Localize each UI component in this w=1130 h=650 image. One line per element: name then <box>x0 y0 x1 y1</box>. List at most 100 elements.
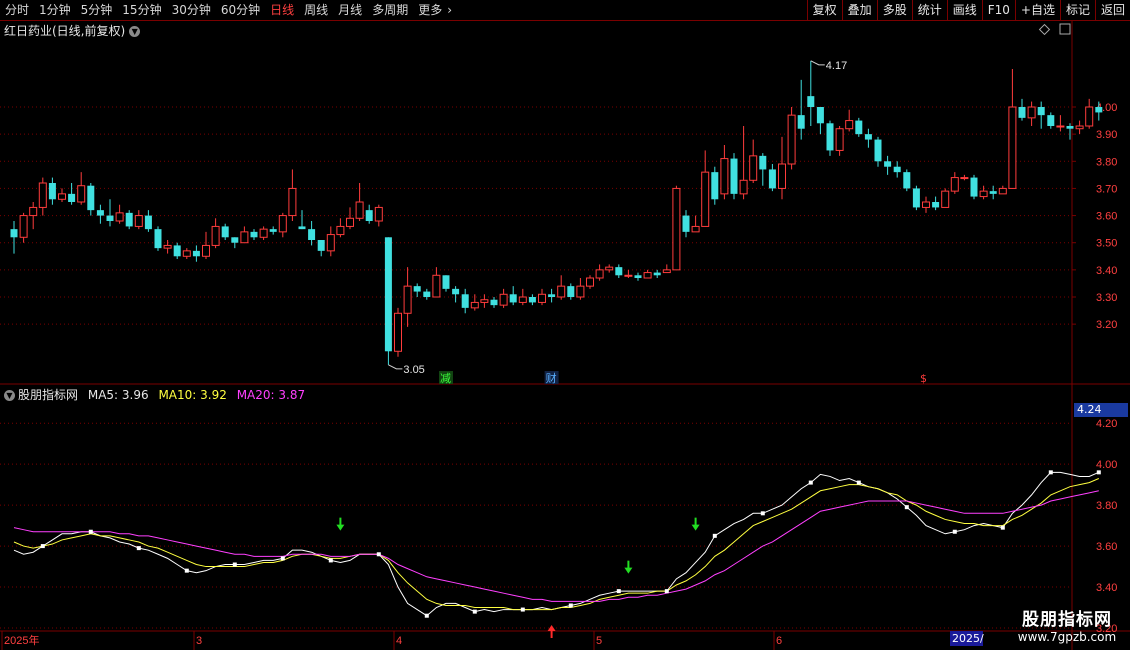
candle-body <box>845 120 854 130</box>
candle-body <box>106 215 114 221</box>
more-chevron-icon[interactable]: › <box>447 0 457 20</box>
candle-body <box>624 274 633 277</box>
period-tab-3[interactable]: 15分钟 <box>117 0 166 20</box>
candle-body <box>557 285 566 298</box>
period-tab-9[interactable]: 多周期 <box>367 0 413 20</box>
candle-body <box>912 188 920 208</box>
candle-body <box>192 250 200 257</box>
ma5-marker <box>856 480 861 485</box>
period-tab-1[interactable]: 1分钟 <box>34 0 76 20</box>
toolbar-button-1[interactable]: 叠加 <box>841 0 877 20</box>
candle-body <box>807 96 815 107</box>
candle-body <box>1047 115 1055 126</box>
ma5-marker <box>424 613 429 618</box>
ma5-marker <box>904 505 909 510</box>
candle-body <box>778 163 786 189</box>
stock-title-text: 红日药业(日线,前复权) <box>4 24 126 38</box>
stock-title[interactable]: 红日药业(日线,前复权) ▼ <box>4 22 141 39</box>
candle-body <box>932 202 940 208</box>
price-tick-label: 3.30 <box>1096 292 1117 304</box>
candle-body <box>548 294 556 297</box>
candle-body <box>586 277 594 287</box>
chart-canvas[interactable]: 4.00 3.90 3.80 3.70 3.60 3.50 3.40 3.30 3.20 4.20… <box>0 21 1130 650</box>
candle-body <box>749 155 758 181</box>
window-toggle-icon <box>1059 23 1071 35</box>
candle-body <box>365 210 373 221</box>
candle-body <box>739 179 748 195</box>
candle-body <box>979 190 988 198</box>
candle-body <box>452 288 460 295</box>
candle-body <box>173 245 181 257</box>
candle-body <box>797 115 805 129</box>
sell-arrow-icon <box>624 567 633 574</box>
time-axis-label: 5 <box>596 635 602 647</box>
chevron-down-icon[interactable]: ▼ <box>4 390 15 401</box>
candle-body <box>1027 106 1036 119</box>
period-tab-10[interactable]: 更多 <box>413 0 447 20</box>
candle-body <box>998 187 1007 195</box>
candle-body <box>288 187 297 217</box>
candle-body <box>269 229 277 232</box>
event-flag-flag_cai: 财 <box>546 371 557 385</box>
period-tab-5[interactable]: 60分钟 <box>216 0 265 20</box>
candle-body <box>231 237 239 243</box>
diamond-icon <box>1038 23 1051 36</box>
toolbar-button-4[interactable]: 画线 <box>946 0 982 20</box>
candle-body <box>768 169 776 189</box>
candle-body <box>893 166 901 173</box>
period-tab-0[interactable]: 分时 <box>0 0 34 20</box>
toolbar-button-6[interactable]: +自选 <box>1014 0 1060 20</box>
candle-body <box>787 114 796 165</box>
candle-body <box>855 120 863 135</box>
candle-body <box>615 267 623 276</box>
candle-body <box>595 269 604 279</box>
ma20-value: MA20: 3.87 <box>236 388 306 402</box>
candle-body <box>298 226 306 230</box>
high-price-label: 4.17 <box>826 60 847 72</box>
toolbar-button-5[interactable]: F10 <box>981 0 1015 20</box>
ma10-value: MA10: 3.92 <box>158 388 227 402</box>
candle-body <box>38 182 47 208</box>
candle-body <box>653 272 661 276</box>
ma5-marker <box>376 552 381 557</box>
toolbar-button-7[interactable]: 标记 <box>1059 0 1095 20</box>
candle-body <box>432 274 441 298</box>
candle-body <box>1018 107 1026 118</box>
ma5-marker <box>568 603 573 608</box>
ma5-marker <box>520 607 525 612</box>
period-tab-2[interactable]: 5分钟 <box>76 0 118 20</box>
toolbar-button-0[interactable]: 复权 <box>806 0 842 20</box>
indicator-tick-label: 3.80 <box>1096 500 1117 512</box>
period-tab-4[interactable]: 30分钟 <box>167 0 216 20</box>
price-tick-label: 3.60 <box>1096 211 1117 223</box>
candle-body <box>826 123 834 151</box>
period-toolbar: 分时 1分钟 5分钟 15分钟 30分钟 60分钟 日线 周线 月线 多周期 更多 › 复权 叠加 多股… <box>0 0 1130 21</box>
indicator-name[interactable]: 股朋指标网 <box>18 388 78 402</box>
chevron-down-icon[interactable]: ▼ <box>129 26 141 37</box>
watermark: 股朋指标网 www.7gpzb.com <box>1008 605 1126 644</box>
price-tick-label: 3.80 <box>1096 156 1117 168</box>
period-tab-6[interactable]: 日线 <box>265 0 299 20</box>
ma5-marker <box>616 589 621 594</box>
ma5-marker <box>1000 525 1005 530</box>
candle-body <box>720 158 729 195</box>
candle-body <box>499 293 508 306</box>
period-tab-8[interactable]: 月线 <box>333 0 367 20</box>
candle-body <box>87 185 95 211</box>
candle-body <box>1085 106 1094 127</box>
toolbar-button-8[interactable]: 返回 <box>1094 0 1130 20</box>
candle-body <box>19 215 28 238</box>
event-flag-flag_s: $ <box>920 372 927 385</box>
indicator-current-value: 4.24 <box>1074 403 1128 417</box>
ma5-marker <box>808 480 813 485</box>
toolbar-button-3[interactable]: 统计 <box>911 0 947 20</box>
period-tab-7[interactable]: 周线 <box>299 0 333 20</box>
candle-body <box>682 215 690 232</box>
candle-body <box>240 231 249 244</box>
candle-body <box>202 244 210 257</box>
toolbar-right-buttons: 复权 叠加 多股 统计 画线 F10 +自选 标记 返回 <box>806 0 1130 20</box>
candle-body <box>461 294 469 308</box>
toolbar-button-2[interactable]: 多股 <box>876 0 912 20</box>
candle-body <box>68 193 76 202</box>
candle-body <box>221 226 229 238</box>
